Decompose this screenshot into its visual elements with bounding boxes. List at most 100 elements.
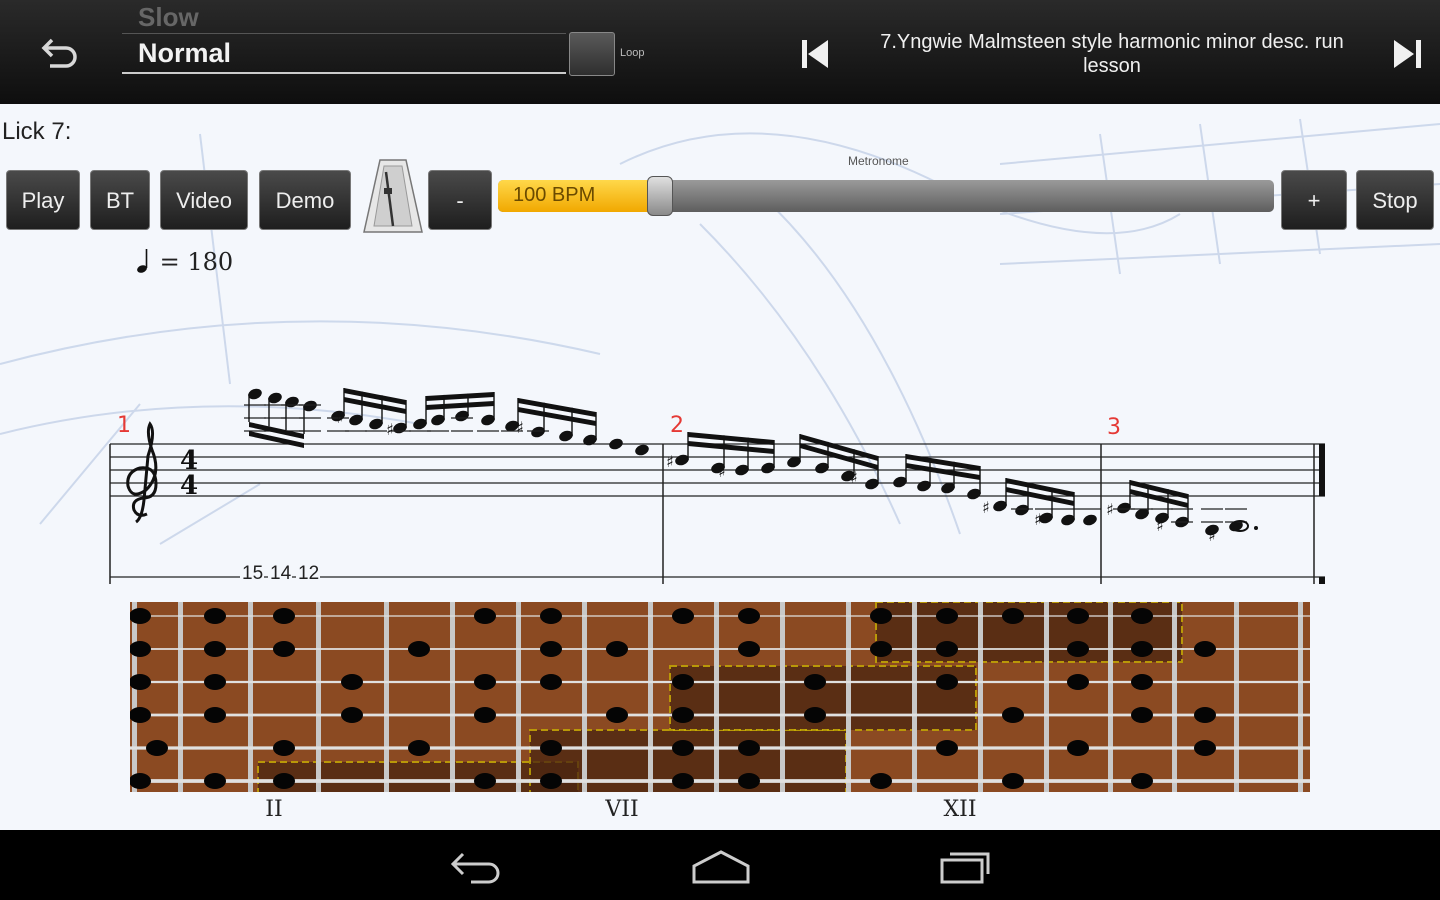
scale-note-dot [1002,707,1024,723]
note-beam [426,401,494,410]
fret-wire [178,602,183,792]
tab-number: 11 [530,583,550,584]
fret-wire [1044,602,1049,792]
fret-wire [132,602,137,792]
scale-note-dot [474,608,496,624]
treble-clef-icon [126,421,158,524]
final-barline [1319,444,1325,496]
scale-note-dot [1131,608,1153,624]
scale-note-dot [672,674,694,690]
fret-wire [846,602,851,792]
next-lesson-button[interactable] [1386,30,1430,78]
nav-back-button[interactable] [441,844,511,888]
scale-note-dot [1131,773,1153,789]
scale-note-dot [130,707,151,723]
speed-picker-underline [122,72,566,74]
speed-option-slow[interactable]: Slow [138,2,199,33]
scale-note-dot [146,740,168,756]
fret-wire [316,602,321,792]
scale-note-dot [936,674,958,690]
scale-note-dot [1131,641,1153,657]
fret-wire [450,602,455,792]
sharp-sign: ♯ [1106,500,1114,519]
nav-home-button[interactable] [686,844,756,888]
time-signature-bottom: 4 [180,471,198,501]
sharp-sign: ♯ [336,408,344,427]
scale-note-dot [540,641,562,657]
scale-note-dot [540,773,562,789]
stop-button[interactable]: Stop [1356,170,1434,230]
play-button[interactable]: Play [6,170,80,230]
scale-note-dot [1194,707,1216,723]
scale-note-dot [540,740,562,756]
scale-note-dot [130,773,151,789]
sharp-sign: ♯ [516,418,524,437]
scale-note-dot [1067,740,1089,756]
nav-recents-button[interactable] [930,844,1000,888]
scale-note-dot [474,707,496,723]
backing-track-button[interactable]: BT [90,170,150,230]
scale-note-dot [804,674,826,690]
scale-note-dot [273,773,295,789]
tab-number: 15 [242,563,263,584]
metronome-icon[interactable] [360,156,426,236]
scale-note-dot [204,674,226,690]
fretboard-diagram: II VII XII [130,602,1310,822]
undo-arrow-icon [41,38,77,68]
top-bar: Slow Normal Loop 7.Yngwie Malmsteen styl… [0,0,1440,104]
scale-note-dot [540,674,562,690]
tab-number: 12 [440,583,461,584]
fret-position-marker: II [265,797,282,822]
fret-position-marker: XII [943,797,976,822]
bpm-value: 100 BPM [513,184,596,206]
fret-marker-strip [130,792,1310,822]
video-button[interactable]: Video [160,170,248,230]
scale-note-dot [1067,641,1089,657]
sharp-sign: ♯ [666,452,674,471]
tab-number: 14 [470,583,492,584]
note-head [635,444,649,456]
final-barline-tab [1319,577,1325,584]
scale-note-dot [804,707,826,723]
fret-wire [648,602,653,792]
back-button[interactable] [30,30,90,78]
tab-number: 12 [500,583,521,584]
tab-numbers-layer: 1514121514121112141211111211912119891198… [240,563,552,584]
scale-note-dot [870,773,892,789]
fret-wire [384,602,389,792]
scale-note-dot [273,740,295,756]
note-head [609,438,623,450]
fret-wire [714,602,719,792]
bpm-slider-thumb[interactable] [647,176,673,216]
scale-note-dot [408,740,430,756]
scale-note-dot [204,641,226,657]
scale-note-dot [1067,608,1089,624]
scale-note-dot [870,608,892,624]
measure-number: 3 [1107,415,1121,440]
measure-number: 1 [117,413,131,438]
tab-letter: T [132,580,151,584]
tab-number: 14 [350,583,372,584]
loop-checkbox[interactable] [569,32,615,76]
previous-lesson-button[interactable] [794,30,838,78]
sharp-sign: ♯ [1156,516,1164,535]
scale-note-dot [204,608,226,624]
scale-note-dot [1002,608,1024,624]
fret-wire [1172,602,1177,792]
fret-wire [780,602,785,792]
lesson-content: Lick 7: Play BT Video Demo - Metronome 1… [0,104,1440,830]
scale-note-dot [204,773,226,789]
scale-note-dot [1194,641,1216,657]
speed-option-current[interactable]: Normal [138,38,231,69]
sharp-sign: ♯ [982,498,990,517]
tab-number: 12 [380,583,401,584]
notes-layer: ♯ ♯ ♯ ♯ ♯ ♯ ♯ ♯ ♯ ♯ ♯ [244,388,1258,545]
system-nav-bar [0,830,1440,900]
scale-note-dot [474,773,496,789]
bpm-increase-button[interactable]: + [1281,170,1347,230]
scale-note-dot [204,707,226,723]
scale-note-dot [738,740,760,756]
scale-note-dot [408,641,430,657]
bpm-decrease-button[interactable]: - [428,170,492,230]
demo-button[interactable]: Demo [259,170,351,230]
